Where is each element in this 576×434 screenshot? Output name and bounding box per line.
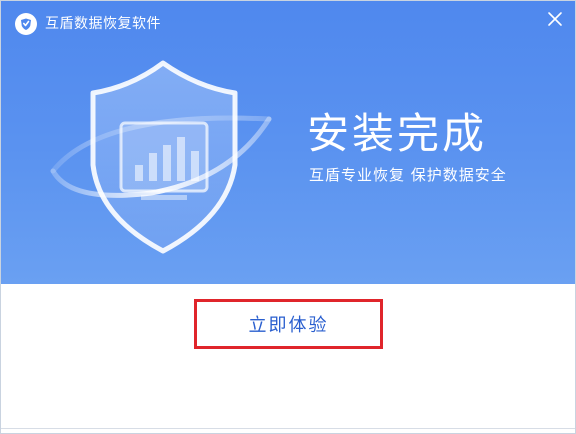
close-icon[interactable] [541,5,569,33]
app-title: 互盾数据恢复软件 [45,16,161,32]
install-complete-headline: 安装完成 [307,109,488,158]
banner: 互盾数据恢复软件 安装完成 互盾专业恢复 保护数据安全 [1,1,575,284]
app-logo-icon [15,13,37,35]
tagline: 互盾专业恢复 保护数据安全 [309,166,507,184]
try-now-button[interactable]: 立即体验 [200,305,377,343]
cta-highlight-box: 立即体验 [194,299,383,349]
title-bar: 互盾数据恢复软件 [1,1,575,47]
shield-chart-icon [50,60,272,254]
divider [1,428,575,429]
footer: 立即体验 [1,284,575,433]
installer-window: 互盾数据恢复软件 安装完成 互盾专业恢复 保护数据安全 立即体验 [0,0,576,434]
